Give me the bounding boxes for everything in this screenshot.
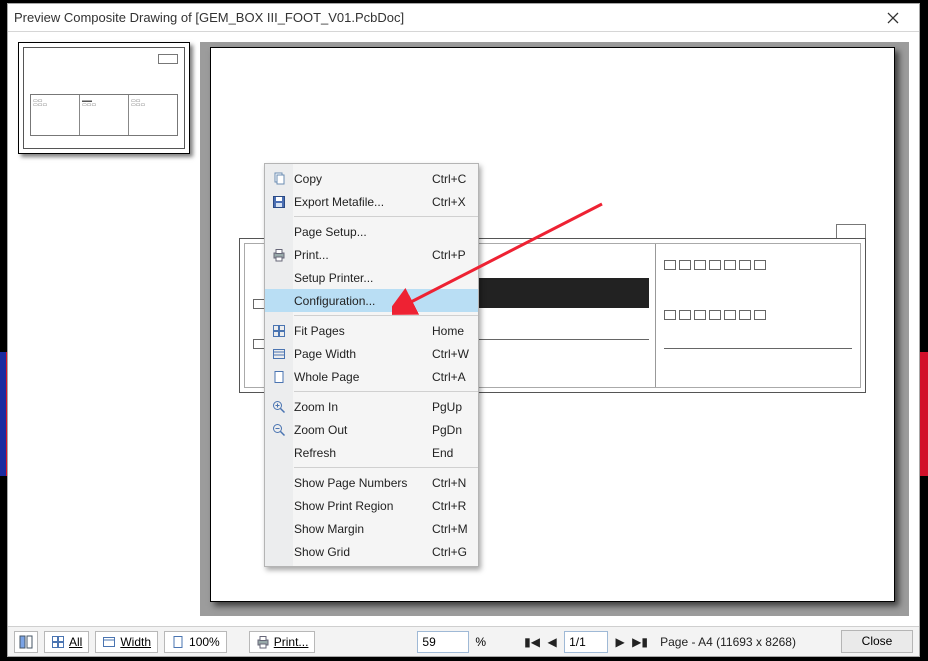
menu-item-fit-pages[interactable]: Fit Pages Home [265,319,478,342]
first-page-button[interactable]: ▮◀ [524,631,540,653]
print-icon [270,247,288,263]
print-button-label: Print... [274,635,309,649]
menu-item-show-grid[interactable]: Show Grid Ctrl+G [265,540,478,563]
prev-page-button[interactable]: ◀ [544,631,560,653]
next-page-button[interactable]: ▶ [612,631,628,653]
menu-item-show-page-numbers[interactable]: Show Page Numbers Ctrl+N [265,471,478,494]
preview-window: Preview Composite Drawing of [GEM_BOX II… [7,3,920,657]
zoom-pct-label: % [475,635,486,649]
page-info-label: Page - A4 (11693 x 8268) [660,635,835,649]
fit-icon [51,635,65,649]
menu-item-configuration[interactable]: Configuration... [265,289,478,312]
tile-icon [19,635,33,649]
thumbnail-panel: ▭▭▭▭▭ ▬▬▭▭▭ ▭▭▭▭▭ [8,32,200,626]
close-button[interactable]: Close [841,630,913,653]
window-close-button[interactable] [873,7,913,29]
close-icon [887,12,899,24]
width-button-label: Width [120,635,151,649]
print-button[interactable]: Print... [249,631,316,653]
menu-item-refresh[interactable]: Refresh End [265,441,478,464]
print-icon [256,635,270,649]
menu-item-whole-page[interactable]: Whole Page Ctrl+A [265,365,478,388]
save-icon [270,194,288,210]
menu-item-setup-printer[interactable]: Setup Printer... [265,266,478,289]
menu-item-zoom-in[interactable]: Zoom In PgUp [265,395,478,418]
window-title: Preview Composite Drawing of [GEM_BOX II… [14,10,873,25]
footer-toolbar: All Width 100% Print... % ▮◀ ◀ ▶ ▶▮ Page… [8,626,919,656]
all-button[interactable]: All [44,631,89,653]
width-button[interactable]: Width [95,631,158,653]
menu-item-page-setup[interactable]: Page Setup... [265,220,478,243]
fit-icon [270,323,288,339]
page-thumbnail[interactable]: ▭▭▭▭▭ ▬▬▭▭▭ ▭▭▭▭▭ [18,42,190,154]
menu-item-print[interactable]: Print... Ctrl+P [265,243,478,266]
hundred-button[interactable]: 100% [164,631,227,653]
body: ▭▭▭▭▭ ▬▬▭▭▭ ▭▭▭▭▭ [8,32,919,626]
zoom-out-icon [270,422,288,438]
last-page-button[interactable]: ▶▮ [632,631,648,653]
menu-item-copy[interactable]: Copy Ctrl+C [265,167,478,190]
width-icon [102,635,116,649]
width-icon [270,346,288,362]
pager: ▮◀ ◀ ▶ ▶▮ [524,631,648,653]
page-icon [171,635,185,649]
menu-item-page-width[interactable]: Page Width Ctrl+W [265,342,478,365]
menu-item-zoom-out[interactable]: Zoom Out PgDn [265,418,478,441]
menu-item-export-metafile[interactable]: Export Metafile... Ctrl+X [265,190,478,213]
zoom-input[interactable] [417,631,469,653]
page-icon [270,369,288,385]
hundred-button-label: 100% [189,635,220,649]
menu-item-show-margin[interactable]: Show Margin Ctrl+M [265,517,478,540]
copy-icon [270,171,288,187]
page-input[interactable] [564,631,608,653]
all-button-label: All [69,635,82,649]
tile-button[interactable] [14,631,38,653]
context-menu: Copy Ctrl+C Export Metafile... Ctrl+X Pa… [264,163,479,567]
titlebar: Preview Composite Drawing of [GEM_BOX II… [8,4,919,32]
menu-item-show-print-region[interactable]: Show Print Region Ctrl+R [265,494,478,517]
zoom-in-icon [270,399,288,415]
